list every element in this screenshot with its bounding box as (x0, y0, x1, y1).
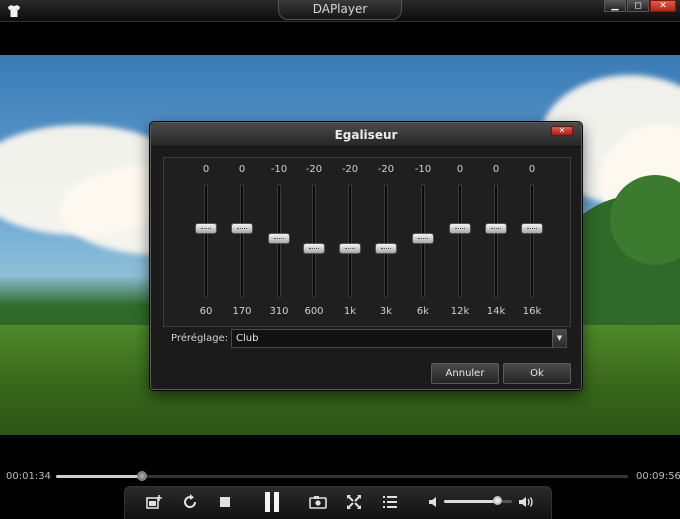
seek-bar-row: 00:01:34 00:09:56 (0, 468, 680, 486)
equalizer-dialog: Egaliseur ✕ 0 60 0 170 -10 310 -20 600 -… (150, 122, 582, 390)
equalizer-title: Egaliseur (151, 123, 581, 147)
eq-band-frequency: 170 (232, 306, 252, 317)
preset-label: Préréglage: (171, 333, 229, 344)
eq-band: 0 14k (478, 158, 514, 328)
eq-band-slider-track[interactable] (458, 184, 462, 298)
eq-band: -20 600 (296, 158, 332, 328)
eq-band-value: -10 (270, 164, 288, 175)
fullscreen-icon[interactable] (344, 492, 364, 512)
eq-band-value: -20 (377, 164, 395, 175)
preset-select[interactable]: Club ▼ (231, 329, 567, 348)
eq-band-slider-track[interactable] (312, 184, 316, 298)
speaker-high-icon[interactable] (516, 492, 536, 512)
ok-button[interactable]: Ok (503, 363, 571, 384)
eq-band-frequency: 60 (199, 306, 213, 317)
eq-band: -10 6k (405, 158, 441, 328)
eq-band-slider-thumb[interactable] (268, 232, 290, 244)
add-file-icon[interactable] (144, 492, 164, 512)
shirt-icon[interactable] (6, 3, 22, 19)
eq-band-slider-track[interactable] (530, 184, 534, 298)
seek-progress (56, 475, 142, 478)
eq-band-slider-thumb[interactable] (375, 242, 397, 254)
eq-band-frequency: 16k (522, 306, 542, 317)
eq-band-slider-thumb[interactable] (485, 222, 507, 234)
eq-band-value: 0 (528, 164, 536, 175)
eq-band-value: -20 (305, 164, 323, 175)
minimize-icon: ▁ (611, 1, 619, 11)
eq-band: 0 16k (514, 158, 550, 328)
eq-band-value: 0 (202, 164, 210, 175)
app-title: DAPlayer (278, 0, 402, 20)
seek-thumb[interactable] (136, 471, 147, 481)
eq-band-value: 0 (238, 164, 246, 175)
eq-band-frequency: 3k (379, 306, 393, 317)
playlist-icon[interactable] (380, 492, 400, 512)
preset-value: Club (236, 333, 259, 344)
eq-band: 0 12k (442, 158, 478, 328)
eq-band-slider-thumb[interactable] (303, 242, 325, 254)
close-icon: ✕ (659, 1, 667, 11)
eq-band-frequency: 1k (343, 306, 357, 317)
speaker-low-icon[interactable] (424, 492, 444, 512)
eq-band-slider-thumb[interactable] (449, 222, 471, 234)
eq-band-value: 0 (456, 164, 464, 175)
eq-band-slider-thumb[interactable] (231, 222, 253, 234)
eq-band-slider-track[interactable] (384, 184, 388, 298)
current-time: 00:01:34 (6, 471, 51, 482)
eq-band-slider-thumb[interactable] (339, 242, 361, 254)
volume-slider[interactable] (444, 496, 512, 505)
eq-band-slider-track[interactable] (204, 184, 208, 298)
chevron-down-icon[interactable]: ▼ (552, 330, 566, 347)
volume-level (444, 500, 498, 503)
eq-band: -20 3k (368, 158, 404, 328)
minimize-button[interactable]: ▁ (604, 0, 626, 12)
close-button[interactable]: ✕ (650, 0, 676, 12)
stop-icon[interactable] (215, 492, 235, 512)
camera-icon[interactable] (308, 492, 328, 512)
repeat-icon[interactable] (180, 492, 200, 512)
eq-band: -10 310 (261, 158, 297, 328)
eq-band-frequency: 310 (269, 306, 289, 317)
eq-band-value: -20 (341, 164, 359, 175)
title-bar: DAPlayer ▁ ◻ ✕ (0, 0, 680, 22)
eq-band-value: -10 (414, 164, 432, 175)
total-time: 00:09:56 (636, 471, 680, 482)
control-bar (0, 486, 680, 519)
eq-band-slider-thumb[interactable] (521, 222, 543, 234)
eq-band-slider-track[interactable] (494, 184, 498, 298)
eq-band-frequency: 6k (416, 306, 430, 317)
pause-icon[interactable] (260, 489, 284, 515)
seek-slider[interactable] (56, 471, 628, 481)
close-icon: ✕ (558, 126, 566, 135)
eq-band-frequency: 600 (304, 306, 324, 317)
maximize-icon: ◻ (634, 1, 642, 11)
eq-band-value: 0 (492, 164, 500, 175)
eq-band-slider-track[interactable] (240, 184, 244, 298)
volume-thumb[interactable] (493, 496, 503, 505)
cancel-button[interactable]: Annuler (431, 363, 499, 384)
eq-band-slider-thumb[interactable] (412, 232, 434, 244)
eq-band-slider-thumb[interactable] (195, 222, 217, 234)
equalizer-bands-panel: 0 60 0 170 -10 310 -20 600 -20 1k -20 3k… (163, 157, 571, 327)
eq-band-frequency: 14k (486, 306, 506, 317)
eq-band: -20 1k (332, 158, 368, 328)
eq-band-frequency: 12k (450, 306, 470, 317)
eq-band-slider-track[interactable] (348, 184, 352, 298)
eq-band: 0 170 (224, 158, 260, 328)
eq-band: 0 60 (188, 158, 224, 328)
equalizer-close-button[interactable]: ✕ (551, 126, 573, 136)
maximize-button[interactable]: ◻ (627, 0, 649, 12)
